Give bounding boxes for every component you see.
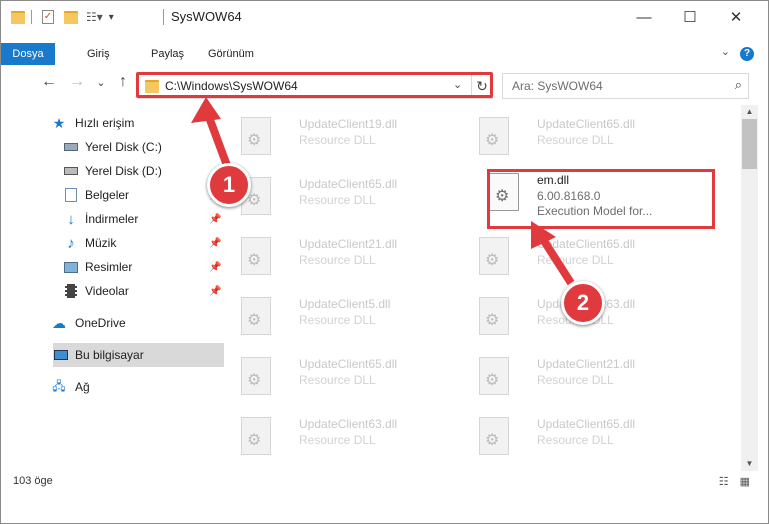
arrow-1-head	[191, 97, 221, 123]
explorer-window: ✓ ☷▾ ▾ SysWOW64 — ☐ ✕ Dosya Giriş Paylaş…	[0, 0, 769, 524]
step-1-badge: 1	[207, 163, 251, 207]
step-2-badge: 2	[561, 281, 605, 325]
annotation-arrows	[191, 97, 575, 286]
